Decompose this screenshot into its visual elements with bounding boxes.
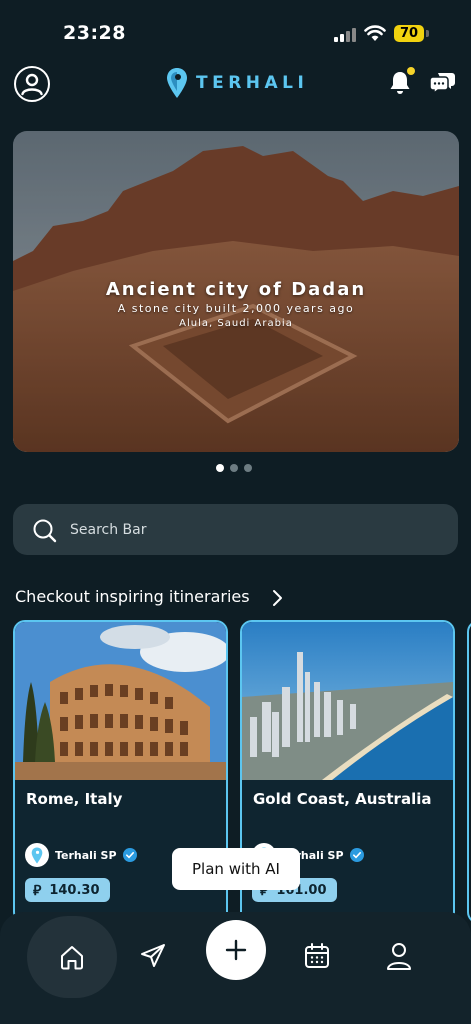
search-bar[interactable]: [13, 504, 458, 555]
riyal-currency-icon: ⃁: [33, 883, 42, 899]
carousel-dot[interactable]: [244, 464, 252, 472]
paper-plane-icon: [141, 944, 165, 967]
search-icon: [33, 519, 57, 543]
price-value: 140.30: [49, 882, 100, 898]
status-bar: 23:28 70: [0, 0, 471, 64]
home-icon: [61, 946, 83, 970]
itinerary-name: Gold Coast, Australia: [253, 790, 432, 808]
itinerary-author[interactable]: Terhali SP: [25, 843, 137, 867]
nav-explore-button[interactable]: [137, 940, 169, 972]
carousel-dot[interactable]: [230, 464, 238, 472]
rome-colosseum-image: [15, 622, 226, 780]
chevron-right-icon[interactable]: [271, 589, 283, 607]
nav-profile-button[interactable]: [383, 940, 415, 972]
itinerary-card-peek[interactable]: [467, 620, 471, 924]
plan-with-ai-tooltip[interactable]: Plan with AI: [172, 848, 300, 890]
hero-subtitle: A stone city built 2,000 years ago: [117, 302, 355, 315]
user-icon: [21, 73, 43, 96]
carousel-indicator: [216, 464, 252, 472]
chat-icon[interactable]: [430, 70, 456, 94]
battery-cap: [426, 30, 429, 37]
cellular-signal-icon: [334, 28, 358, 42]
location-pin-logo-icon: [31, 847, 43, 863]
battery-icon: 70: [394, 25, 424, 42]
hero-location: Alula, Saudi Arabia: [179, 318, 293, 329]
price-chip: ⃁ 140.30: [25, 878, 110, 902]
verified-badge-icon: [122, 848, 137, 862]
status-time: 23:28: [63, 22, 126, 44]
brand-logo: TERHALI: [166, 66, 308, 100]
verified-badge-icon: [349, 848, 364, 862]
brand-name: TERHALI: [196, 73, 309, 93]
hero-title: Ancient city of Dadan: [105, 279, 367, 300]
bottom-navigation: [0, 912, 471, 1024]
author-avatar: [25, 843, 49, 867]
plus-icon: [225, 939, 247, 961]
itinerary-name: Rome, Italy: [26, 790, 123, 808]
notification-badge: [407, 67, 415, 75]
add-button[interactable]: [206, 920, 266, 980]
profile-button[interactable]: [14, 66, 50, 102]
hero-banner[interactable]: Ancient city of Dadan A stone city built…: [13, 131, 459, 452]
user-icon: [387, 943, 411, 970]
author-name: Terhali SP: [55, 848, 117, 862]
nav-calendar-button[interactable]: [301, 940, 333, 972]
location-pin-logo-icon: [167, 68, 187, 98]
section-title[interactable]: Checkout inspiring itineraries: [15, 587, 250, 606]
wifi-icon: [364, 25, 386, 41]
search-input[interactable]: [68, 518, 432, 542]
gold-coast-image: [242, 622, 453, 780]
calendar-icon: [305, 943, 329, 968]
carousel-dot[interactable]: [216, 464, 224, 472]
nav-home-button[interactable]: [27, 916, 117, 998]
